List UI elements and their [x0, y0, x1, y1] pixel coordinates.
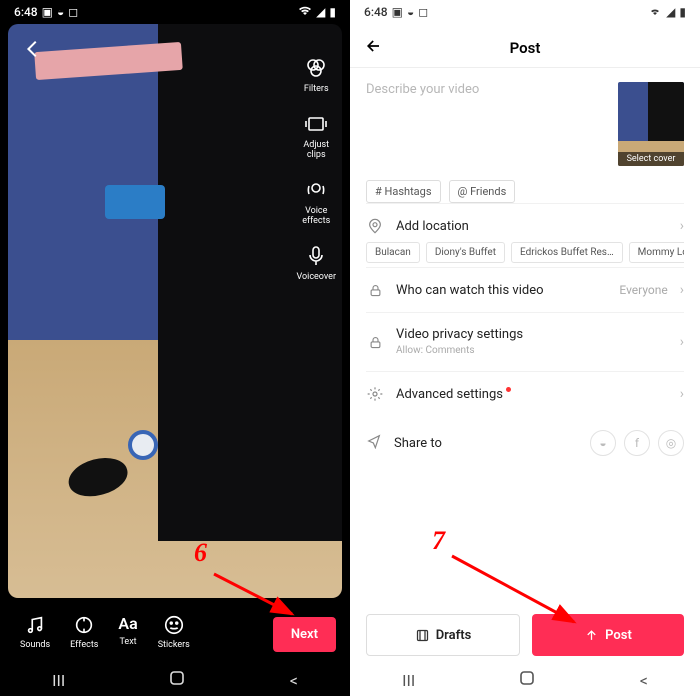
sounds-button[interactable]: Sounds [20, 614, 50, 650]
adjust-clips-button[interactable]: Adjust clips [303, 112, 329, 160]
adjust-clips-icon [304, 112, 328, 136]
messenger-icon: ◒ [407, 5, 414, 19]
cover-caption: Select cover [618, 152, 684, 166]
status-time: 6:48 [364, 5, 388, 19]
image-icon: ▣ [392, 5, 403, 19]
video-preview[interactable]: Filters Adjust clips Voice effects Voice… [8, 24, 342, 598]
wifi-icon [298, 5, 312, 19]
loc-chip[interactable]: Bulacan [366, 242, 420, 263]
text-icon: Aa [118, 614, 137, 633]
messenger-icon: ◒ [57, 5, 64, 19]
cover-thumbnail[interactable]: Select cover [618, 82, 684, 166]
sticker-icon [163, 614, 185, 636]
battery-icon: ▮ [329, 5, 336, 19]
content: Describe your video Select cover # Hasht… [350, 68, 700, 470]
voiceover-button[interactable]: Voiceover [296, 244, 336, 282]
square-icon: ◻ [418, 5, 428, 19]
effects-icon [73, 614, 95, 636]
gear-icon [366, 386, 384, 402]
share-to-row: Share to ◒ f ◎ [366, 416, 684, 470]
share-facebook[interactable]: f [624, 430, 650, 456]
step-7-label: 7 [432, 526, 445, 556]
text-button[interactable]: Aa Text [118, 614, 137, 650]
chevron-right-icon: › [680, 218, 684, 234]
post-screen: 6:48 ▣ ◒ ◻ ◢ ▮ Post Describe your video … [350, 0, 700, 696]
loc-chip[interactable]: Edrickos Buffet Res… [511, 242, 623, 263]
step-6-label: 6 [194, 538, 207, 568]
share-messenger[interactable]: ◒ [590, 430, 616, 456]
voice-effects-icon [304, 178, 328, 202]
chevron-right-icon: › [680, 386, 684, 402]
chevron-right-icon: › [680, 282, 684, 298]
step-6-arrow [208, 568, 308, 628]
mic-icon [304, 244, 328, 268]
page-title: Post [510, 39, 541, 57]
effects-button[interactable]: Effects [70, 614, 98, 650]
share-instagram[interactable]: ◎ [658, 430, 684, 456]
android-navbar: III < [350, 664, 700, 696]
hashtags-chip[interactable]: # Hashtags [366, 180, 441, 203]
loc-chip[interactable]: Diony's Buffet [426, 242, 505, 263]
home-icon[interactable] [519, 670, 535, 690]
voice-effects-button[interactable]: Voice effects [302, 178, 330, 226]
who-can-watch-row[interactable]: Who can watch this video Everyone › [366, 267, 684, 312]
chevron-right-icon: › [680, 334, 684, 350]
loc-chip[interactable]: Mommy Lou's & I [629, 242, 684, 263]
scene-illustration [8, 24, 342, 598]
status-bar: 6:48 ▣ ◒ ◻ ◢ ▮ [350, 0, 700, 24]
square-icon: ◻ [68, 5, 78, 19]
notification-dot [506, 387, 511, 392]
location-suggestions: Bulacan Diony's Buffet Edrickos Buffet R… [366, 242, 684, 263]
back-icon[interactable]: < [640, 671, 648, 690]
editor-screen: 6:48 ▣ ◒ ◻ ◢ ▮ Filters A [0, 0, 350, 696]
status-time: 6:48 [14, 5, 38, 19]
friends-chip[interactable]: @ Friends [449, 180, 516, 203]
description-input[interactable]: Describe your video [366, 82, 608, 166]
drafts-icon [415, 628, 430, 643]
home-icon[interactable] [169, 670, 185, 690]
lock-icon [366, 335, 384, 350]
privacy-settings-row[interactable]: Video privacy settings Allow: Comments › [366, 312, 684, 371]
battery-icon: ▮ [679, 5, 686, 19]
filters-button[interactable]: Filters [304, 56, 329, 94]
filters-icon [304, 56, 328, 80]
recents-icon[interactable]: III [402, 671, 415, 690]
status-bar: 6:48 ▣ ◒ ◻ ◢ ▮ [0, 0, 350, 24]
music-icon [24, 614, 46, 636]
signal-icon: ◢ [316, 5, 325, 19]
recents-icon[interactable]: III [52, 671, 65, 690]
android-navbar: III < [0, 664, 350, 696]
location-icon [366, 218, 384, 234]
lock-icon [366, 283, 384, 298]
stickers-button[interactable]: Stickers [158, 614, 190, 650]
back-button[interactable] [364, 36, 384, 60]
side-tools: Filters Adjust clips Voice effects Voice… [296, 56, 336, 282]
wifi-icon [648, 5, 662, 19]
step-7-arrow [446, 550, 596, 640]
back-button[interactable] [22, 38, 44, 64]
signal-icon: ◢ [666, 5, 675, 19]
header: Post [350, 28, 700, 68]
image-icon: ▣ [42, 5, 53, 19]
share-icon [366, 433, 382, 453]
back-icon[interactable]: < [290, 671, 298, 690]
advanced-settings-row[interactable]: Advanced settings › [366, 371, 684, 416]
